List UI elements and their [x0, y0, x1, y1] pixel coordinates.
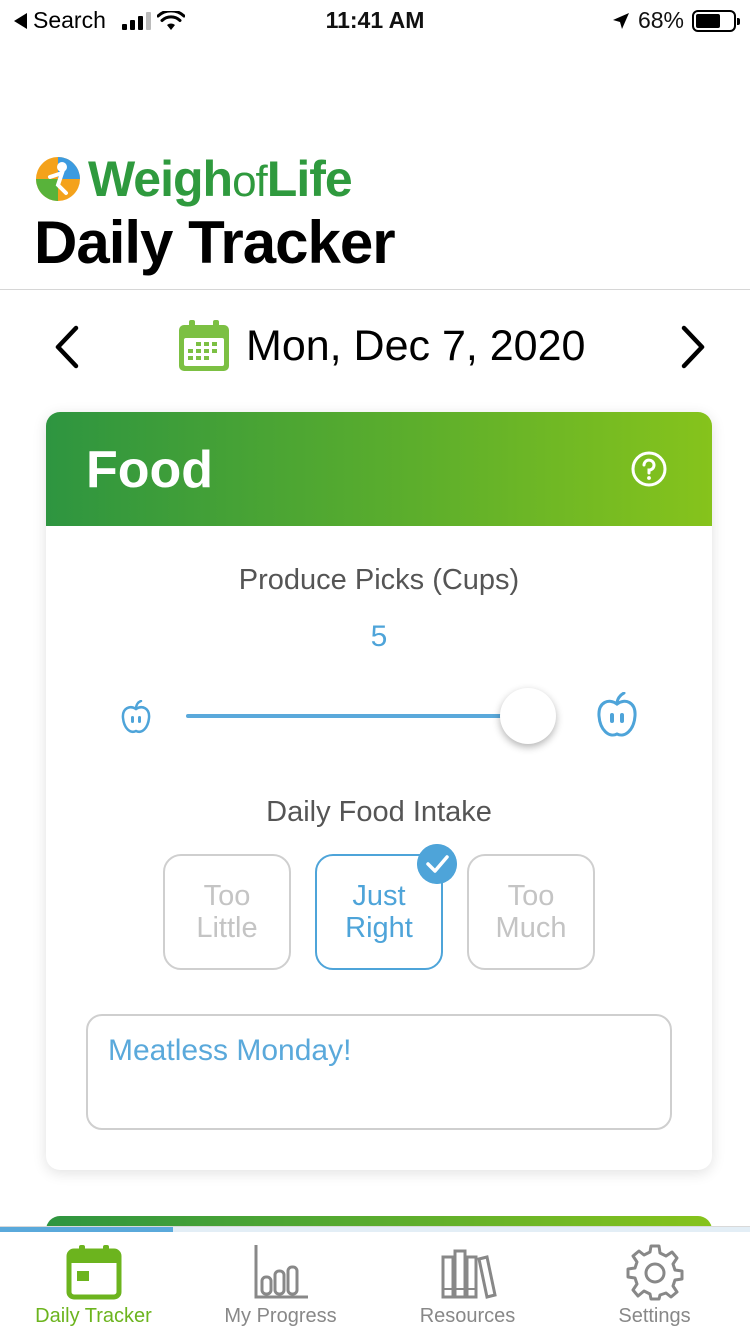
intake-option-just-right[interactable]: Just Right: [315, 844, 457, 970]
intake-option-text: Too Much: [496, 880, 567, 944]
date-selector[interactable]: Mon, Dec 7, 2020: [176, 318, 585, 374]
food-note-input[interactable]: Meatless Monday!: [86, 1014, 672, 1130]
logo-runner-icon: [36, 157, 80, 201]
scroll-progress-bar: [0, 1227, 750, 1232]
calendar-tab-icon: [66, 1245, 121, 1300]
logo-text: WeighofLife: [88, 150, 353, 208]
bar-chart-icon: [254, 1245, 308, 1299]
produce-label: Produce Picks (Cups): [238, 564, 520, 596]
tab-label: Settings: [618, 1305, 691, 1327]
tab-label: Daily Tracker: [35, 1305, 152, 1327]
option-line2: Right: [345, 912, 413, 944]
checkmark-icon: [417, 844, 457, 884]
status-bar: Search 11:41 AM 68%: [0, 0, 750, 42]
produce-slider-thumb[interactable]: [500, 688, 556, 744]
logo-word-of: of: [232, 157, 268, 206]
tab-label: Resources: [419, 1305, 516, 1327]
app-logo: WeighofLife: [34, 150, 353, 208]
chevron-right-icon[interactable]: [666, 322, 716, 372]
status-right: 68%: [612, 7, 740, 34]
current-date: Mon, Dec 7, 2020: [246, 321, 586, 370]
battery-icon: [692, 9, 740, 32]
food-card-title: Food: [86, 441, 214, 499]
tab-resources[interactable]: Resources: [374, 1237, 561, 1333]
produce-value: 5: [370, 620, 388, 653]
intake-option-text: Too Little: [196, 880, 257, 944]
battery-percent: 68%: [637, 7, 684, 33]
intake-label: Daily Food Intake: [266, 796, 492, 828]
produce-slider-track[interactable]: [186, 714, 546, 718]
tab-my-progress[interactable]: My Progress: [187, 1237, 374, 1333]
gear-icon: [626, 1244, 683, 1301]
books-icon: [441, 1249, 497, 1299]
food-card: Food Produce Picks (Cups) 5 Daily Food I…: [46, 412, 712, 1170]
question-circle-icon[interactable]: [630, 450, 668, 488]
scroll-progress-fill: [0, 1227, 173, 1232]
option-line1: Too: [507, 880, 555, 912]
chevron-left-icon[interactable]: [44, 322, 94, 372]
tab-daily-tracker[interactable]: Daily Tracker: [0, 1237, 187, 1333]
tab-label: My Progress: [224, 1305, 337, 1327]
intake-option-too-much[interactable]: Too Much: [467, 854, 595, 970]
option-line1: Just: [352, 880, 406, 912]
food-card-header: Food: [46, 412, 712, 526]
intake-option-too-little[interactable]: Too Little: [163, 854, 291, 970]
apple-large-icon: [597, 692, 637, 737]
calendar-icon: [179, 320, 229, 371]
location-arrow-icon: [612, 12, 629, 29]
logo-word-weigh: Weigh: [88, 151, 233, 207]
tab-bar: Daily Tracker My Progress Resources Sett…: [0, 1226, 750, 1334]
battery-fill: [696, 13, 721, 28]
intake-option-text: Just Right: [345, 880, 413, 944]
tab-settings[interactable]: Settings: [561, 1237, 748, 1333]
page-title: Daily Tracker: [34, 209, 396, 276]
apple-small-icon: [121, 700, 151, 733]
logo-word-life: Life: [266, 151, 353, 207]
option-line2: Little: [196, 912, 258, 944]
option-line2: Much: [495, 912, 567, 944]
header-divider: [0, 289, 750, 290]
option-line1: Too: [203, 880, 251, 912]
